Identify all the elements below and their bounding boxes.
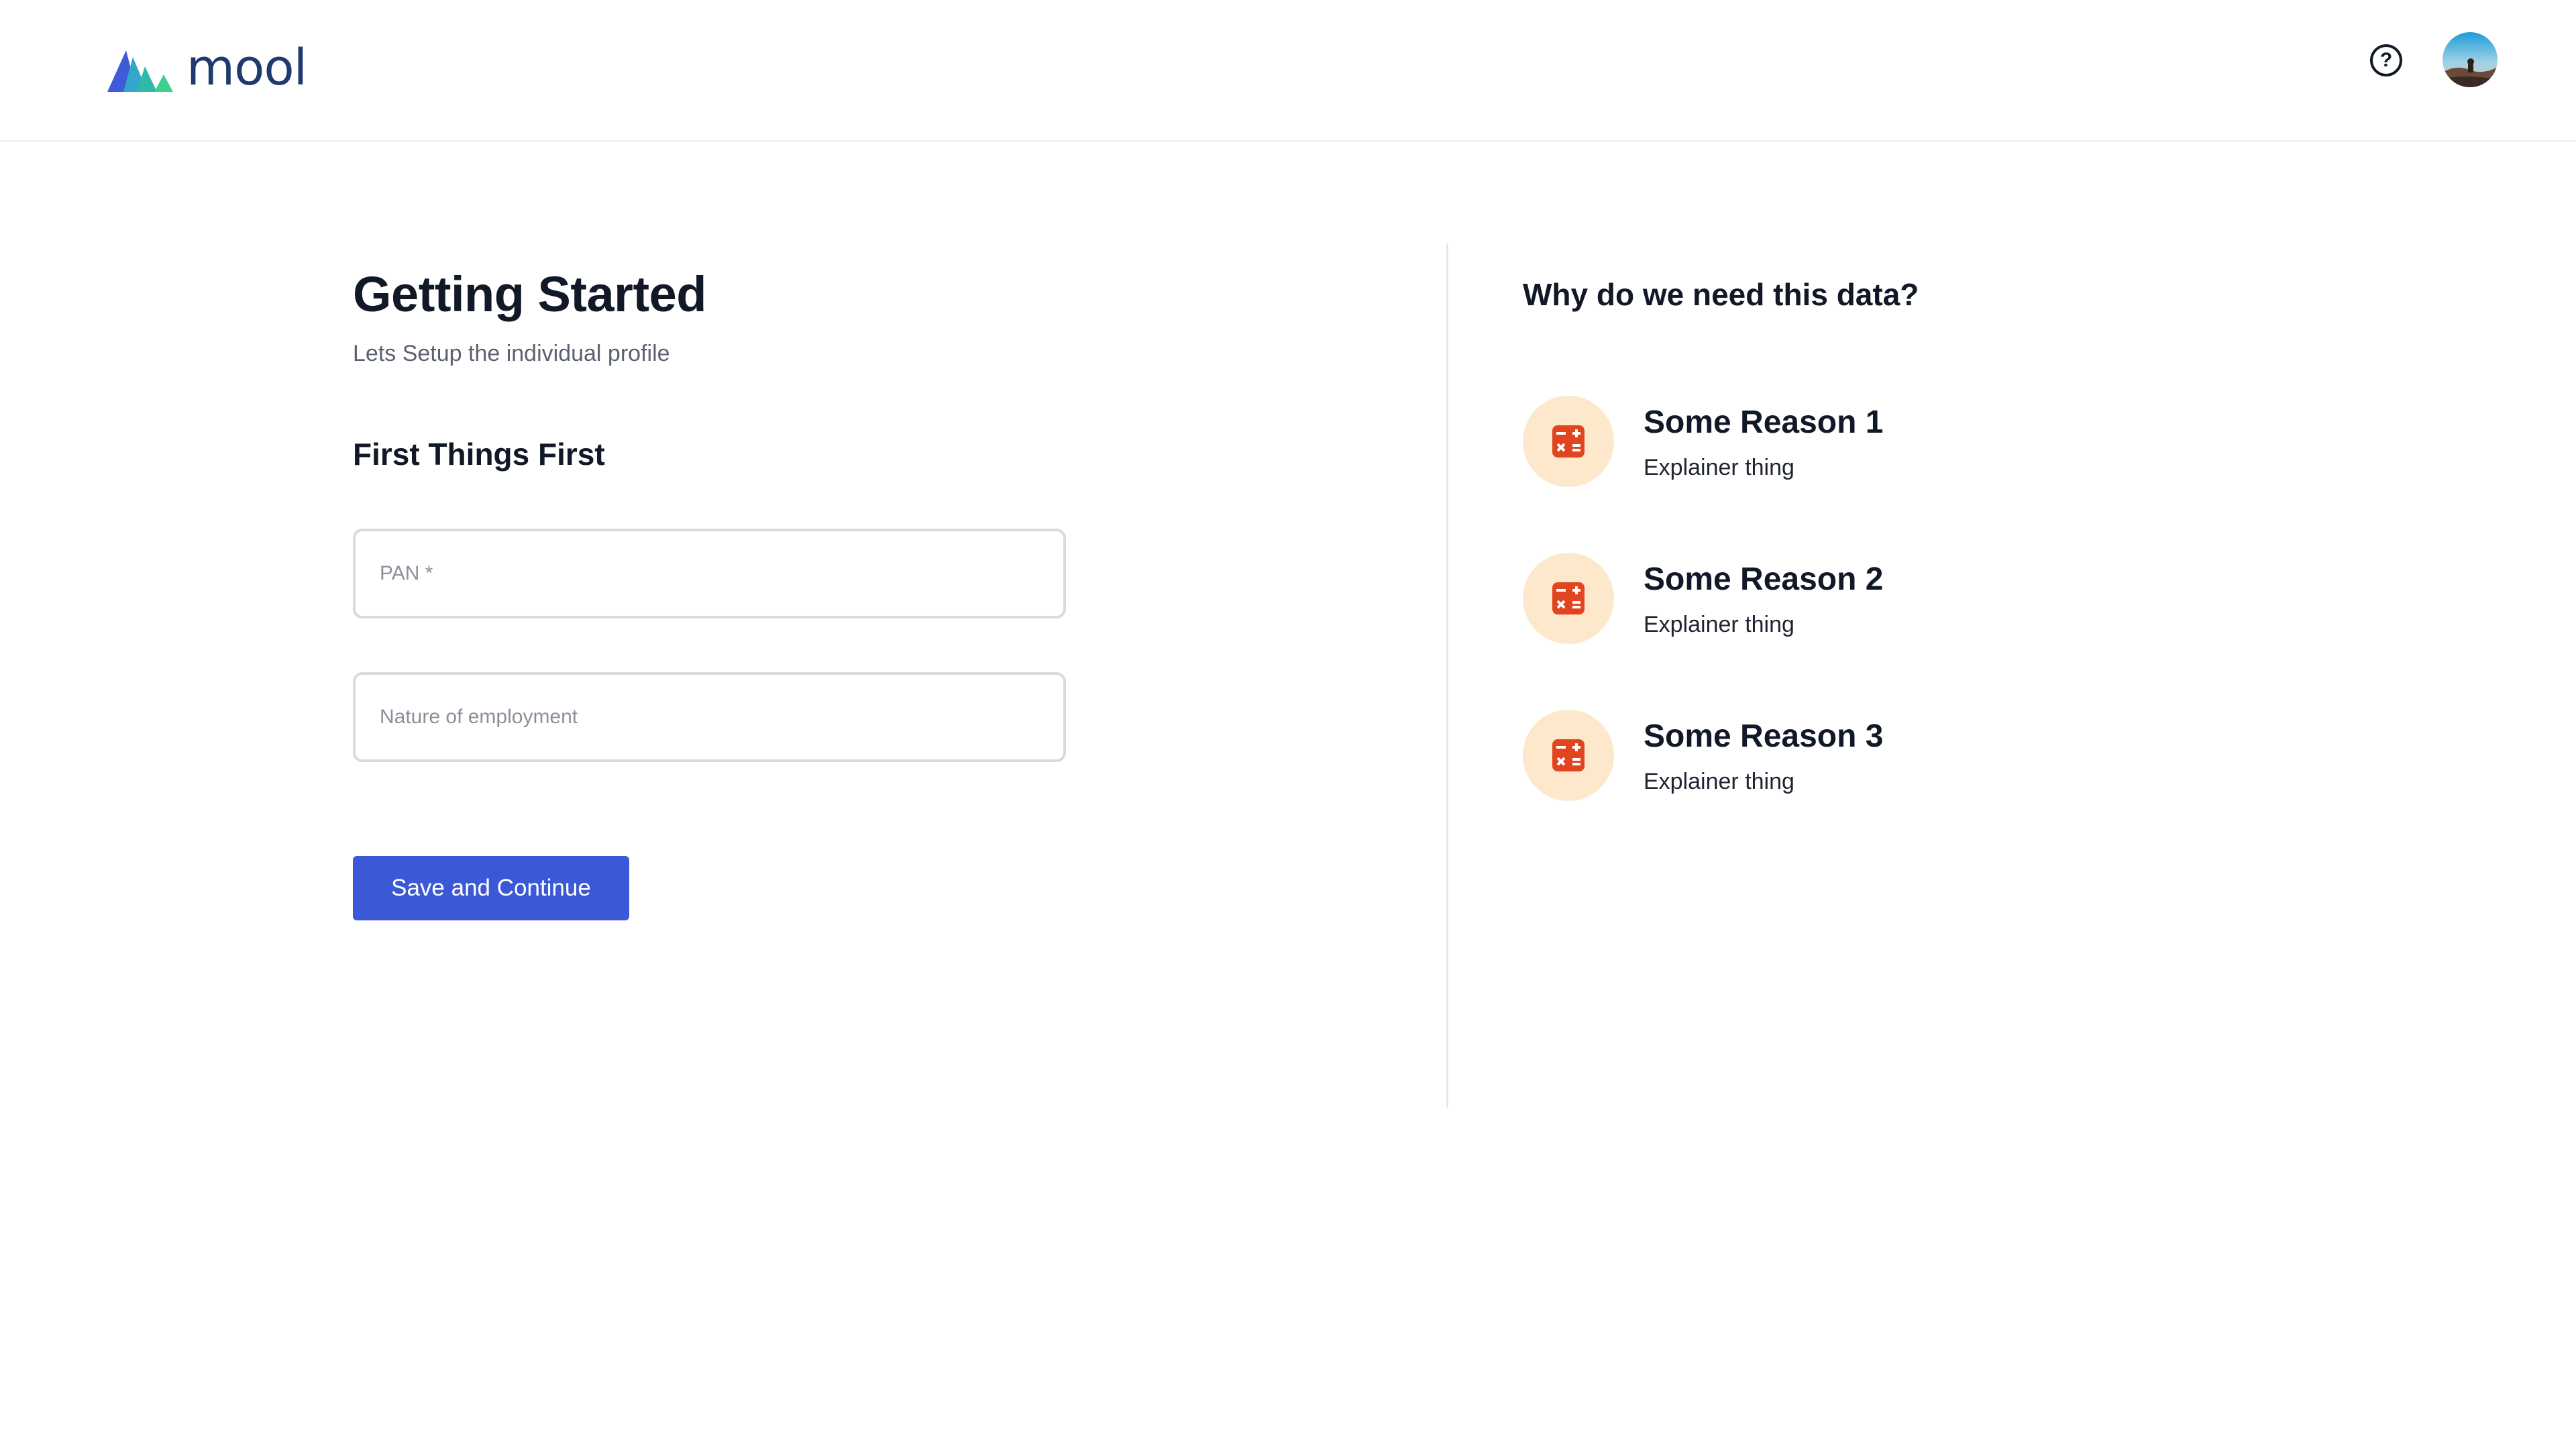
page-subtitle: Lets Setup the individual profile — [353, 341, 670, 366]
help-icon[interactable]: ? — [2370, 44, 2402, 76]
reason-item: Some Reason 1 Explainer thing — [1523, 396, 2328, 490]
section-title: First Things First — [353, 437, 605, 472]
page-title: Getting Started — [353, 266, 706, 322]
calculator-icon — [1523, 396, 1614, 487]
column-divider — [1446, 244, 1448, 1108]
reason-description: Explainer thing — [1644, 455, 1794, 480]
mool-logo-mark-icon — [107, 50, 173, 92]
reason-description: Explainer thing — [1644, 769, 1794, 794]
logo-text: mool — [186, 39, 307, 97]
reason-item: Some Reason 3 Explainer thing — [1523, 710, 2328, 804]
user-avatar-icon — [2443, 32, 2498, 87]
calculator-icon — [1523, 710, 1614, 801]
reason-description: Explainer thing — [1644, 612, 1794, 637]
nature-of-employment-input[interactable] — [353, 672, 1066, 762]
reason-title: Some Reason 2 — [1644, 561, 1884, 597]
avatar[interactable] — [2443, 32, 2498, 87]
mool-logo[interactable]: mool — [107, 39, 307, 97]
top-bar: mool ? — [0, 0, 2576, 142]
reason-title: Some Reason 1 — [1644, 405, 1884, 440]
pan-input[interactable] — [353, 529, 1066, 619]
why-data-title: Why do we need this data? — [1523, 277, 1919, 312]
save-and-continue-button[interactable]: Save and Continue — [353, 856, 629, 920]
calculator-icon — [1523, 553, 1614, 644]
reason-item: Some Reason 2 Explainer thing — [1523, 553, 2328, 647]
reason-title: Some Reason 3 — [1644, 718, 1884, 754]
